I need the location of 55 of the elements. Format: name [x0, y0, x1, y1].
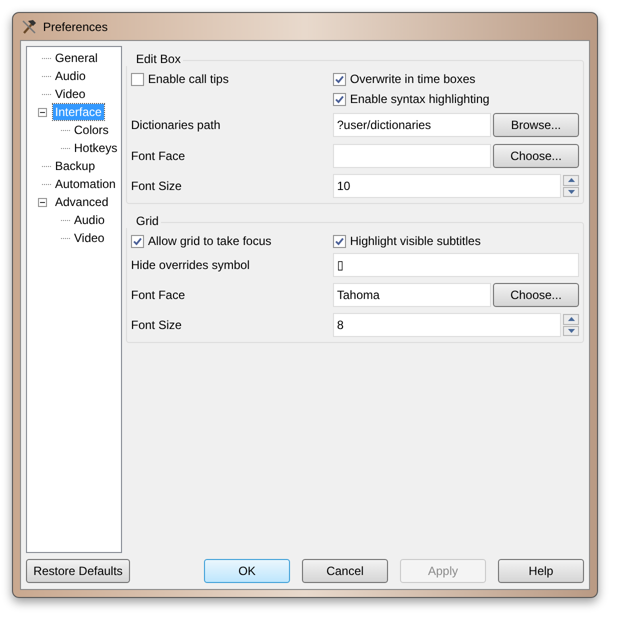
- up-arrow-icon: [568, 317, 574, 322]
- checkbox-label: Highlight visible subtitles: [350, 233, 481, 250]
- dialog-button[interactable]: Choose...: [493, 282, 579, 306]
- tree-item[interactable]: Colors: [72, 122, 111, 138]
- field-label: Hide overrides symbol: [131, 257, 251, 274]
- checkbox-label: Overwrite in time boxes: [350, 71, 476, 88]
- dialog-button[interactable]: Restore Defaults: [26, 559, 130, 583]
- window-title: Preferences: [43, 18, 108, 36]
- dialog-button[interactable]: Help: [498, 559, 584, 583]
- tree-item[interactable]: Backup: [53, 158, 98, 174]
- field-label: Font Face: [131, 286, 186, 304]
- dialog-button[interactable]: Choose...: [493, 144, 579, 168]
- group-title: Grid: [126, 214, 161, 228]
- checkbox-label: Enable call tips: [148, 71, 229, 88]
- spin-buttons[interactable]: [563, 314, 579, 336]
- check-icon: [133, 236, 142, 246]
- text-field[interactable]: ▯: [333, 253, 579, 277]
- checkbox[interactable]: [333, 72, 346, 86]
- tree-item[interactable]: Audio: [53, 68, 88, 84]
- dialog-button[interactable]: Cancel: [302, 559, 388, 583]
- check-icon: [335, 74, 344, 84]
- tree-item[interactable]: Audio: [72, 212, 107, 228]
- tree-item[interactable]: Video: [72, 230, 106, 246]
- text-field[interactable]: 8: [333, 313, 561, 337]
- tree-item[interactable]: Hotkeys: [72, 140, 120, 156]
- group-title: Edit Box: [126, 52, 183, 66]
- tree-item[interactable]: Automation: [53, 176, 118, 192]
- field-label: Dictionaries path: [131, 116, 222, 134]
- check-icon: [335, 94, 344, 104]
- checkbox-label: Allow grid to take focus: [148, 233, 272, 250]
- field-label: Font Size: [131, 317, 183, 334]
- checkbox-label: Enable syntax highlighting: [350, 91, 490, 108]
- dialog-button[interactable]: Browse...: [493, 112, 579, 136]
- text-field[interactable]: [333, 144, 491, 168]
- checkbox[interactable]: [333, 92, 346, 106]
- text-field[interactable]: Tahoma: [333, 282, 491, 306]
- tree-item[interactable]: Video: [53, 86, 88, 102]
- checkbox[interactable]: [131, 234, 144, 248]
- dialog-button[interactable]: OK: [204, 559, 290, 583]
- collapse-icon[interactable]: [38, 108, 47, 116]
- checkbox[interactable]: [131, 72, 144, 86]
- tree-item[interactable]: General: [53, 50, 100, 66]
- up-arrow-icon: [568, 178, 574, 182]
- hammer-icon: [21, 18, 37, 34]
- down-arrow-icon: [568, 190, 574, 194]
- text-field[interactable]: 10: [333, 174, 561, 198]
- checkbox[interactable]: [333, 234, 346, 248]
- spin-buttons[interactable]: [563, 175, 579, 197]
- collapse-icon[interactable]: [38, 198, 47, 206]
- field-label: Font Size: [131, 178, 183, 195]
- down-arrow-icon: [568, 328, 574, 333]
- text-field[interactable]: ?user/dictionaries: [333, 112, 491, 136]
- tree-item[interactable]: Advanced: [53, 194, 110, 210]
- field-label: Font Face: [131, 148, 186, 164]
- check-icon: [335, 236, 344, 246]
